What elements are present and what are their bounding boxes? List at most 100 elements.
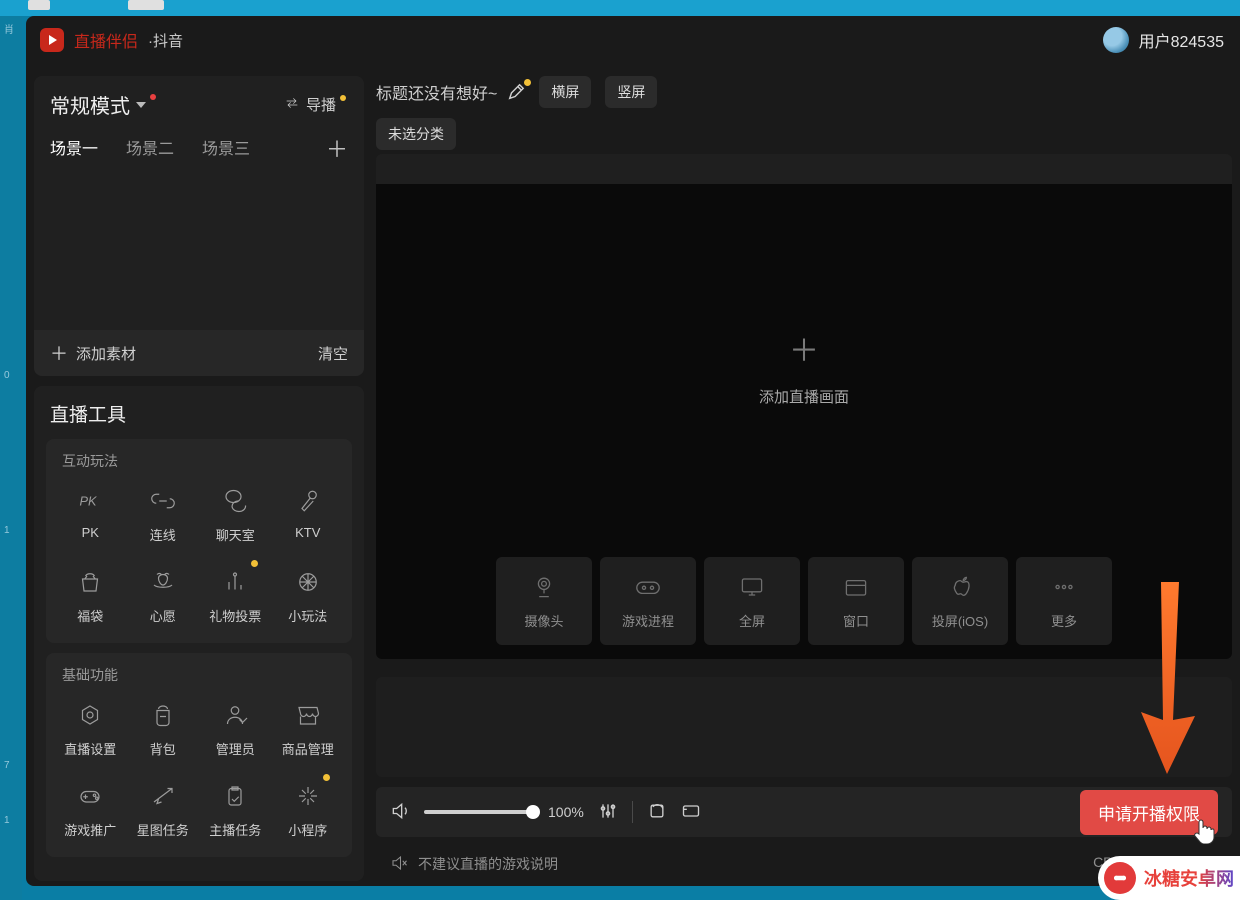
watermark-logo: [1104, 862, 1136, 894]
scene-tab-1[interactable]: 场景一: [50, 135, 98, 165]
tool-label: PK: [82, 525, 99, 540]
tools-title: 直播工具: [46, 400, 352, 427]
tool-label: 连线: [150, 525, 176, 544]
tool-label: 商品管理: [282, 739, 334, 758]
aspect-icon[interactable]: [681, 801, 701, 824]
group-basic: 基础功能 直播设置 背包 管理员 商品管理 游戏推广 星图任务 主播任务 小程序: [46, 653, 352, 857]
spark-icon: [287, 780, 329, 812]
tool-label: 小程序: [288, 820, 327, 839]
window-icon: [840, 573, 872, 601]
volume-icon[interactable]: [390, 801, 410, 824]
tool-xiaochengxu[interactable]: 小程序: [272, 774, 345, 849]
more-icon: [1048, 573, 1080, 601]
source-label: 投屏(iOS): [932, 611, 988, 630]
title-placeholder: 标题还没有想好~: [376, 80, 497, 104]
mic-icon: [287, 485, 329, 517]
add-source-button[interactable]: ＋ 添加素材: [50, 340, 136, 366]
stage-toolbar: [376, 154, 1232, 184]
monitor-icon: [736, 573, 768, 601]
tool-label: 背包: [150, 739, 176, 758]
tool-liaotian[interactable]: 聊天室: [199, 479, 272, 554]
apple-icon: [944, 573, 976, 601]
stage[interactable]: ＋ 添加直播画面 摄像头 游戏进程 全屏 窗口 投屏(iOS) 更多: [376, 184, 1232, 659]
tool-shangpin[interactable]: 商品管理: [272, 693, 345, 768]
guide-button[interactable]: 导播: [284, 94, 348, 115]
plus-icon: ＋: [50, 340, 68, 366]
tool-fudai[interactable]: 福袋: [54, 560, 127, 635]
orientation-h[interactable]: 横屏: [539, 76, 591, 108]
tool-youxituiguang[interactable]: 游戏推广: [54, 774, 127, 849]
clear-button[interactable]: 清空: [318, 343, 348, 364]
tool-pk[interactable]: PK PK: [54, 479, 127, 554]
poll-icon: [214, 566, 256, 598]
tool-label: 星图任务: [137, 820, 189, 839]
orientation-v[interactable]: 竖屏: [605, 76, 657, 108]
star-arrow-icon: [142, 780, 184, 812]
tool-xinyuan[interactable]: 心愿: [127, 560, 200, 635]
mode-dropdown[interactable]: 常规模式: [50, 90, 156, 119]
rotate-icon[interactable]: [647, 801, 667, 824]
speaker-muted-icon[interactable]: [390, 854, 408, 875]
watermark: 冰糖安卓网: [1098, 856, 1240, 900]
group-interactive: 互动玩法 PK PK 连线 聊天室 KTV 福袋 心愿 礼物投票 小玩法: [46, 439, 352, 643]
bag-icon: [69, 566, 111, 598]
scene-tab-2[interactable]: 场景二: [126, 135, 174, 165]
chat-icon: [214, 485, 256, 517]
scene-tab-3[interactable]: 场景三: [202, 135, 250, 165]
tool-ktv[interactable]: KTV: [272, 479, 345, 554]
app-subtitle: ·抖音: [148, 30, 183, 51]
tool-xingturenwu[interactable]: 星图任务: [127, 774, 200, 849]
tool-lianxian[interactable]: 连线: [127, 479, 200, 554]
notification-dot: [323, 774, 330, 781]
source-label: 游戏进程: [622, 611, 674, 630]
source-fullscreen[interactable]: 全屏: [704, 557, 800, 645]
mixer-icon[interactable]: [598, 801, 618, 824]
tool-beibao[interactable]: 背包: [127, 693, 200, 768]
app-logo: [40, 28, 64, 52]
camera-icon: [528, 573, 560, 601]
tools-panel: 直播工具 互动玩法 PK PK 连线 聊天室 KTV 福袋 心愿 礼物投票 小玩法: [34, 386, 364, 881]
source-camera[interactable]: 摄像头: [496, 557, 592, 645]
username[interactable]: 用户824535: [1139, 28, 1224, 52]
tip-text[interactable]: 不建议直播的游戏说明: [418, 854, 558, 874]
scene-body: [50, 165, 348, 330]
cursor-hand-icon: [1193, 818, 1215, 844]
gamepad-icon: [632, 573, 664, 601]
backpack-icon: [142, 699, 184, 731]
group-interactive-title: 互动玩法: [54, 451, 344, 471]
source-label: 摄像头: [524, 611, 563, 630]
source-row: 摄像头 游戏进程 全屏 窗口 投屏(iOS) 更多: [376, 557, 1232, 645]
tool-label: 聊天室: [216, 525, 255, 544]
avatar[interactable]: [1103, 27, 1129, 53]
scene-tabs: 场景一 场景二 场景三 ＋: [50, 135, 348, 165]
tool-xiaowanfa[interactable]: 小玩法: [272, 560, 345, 635]
group-basic-title: 基础功能: [54, 665, 344, 685]
svg-text:PK: PK: [80, 494, 98, 509]
tool-zhiboshezhi[interactable]: 直播设置: [54, 693, 127, 768]
tool-label: 管理员: [216, 739, 255, 758]
source-window[interactable]: 窗口: [808, 557, 904, 645]
category-pill[interactable]: 未选分类: [376, 118, 456, 150]
titlebar: 直播伴侣 ·抖音 用户824535: [26, 16, 1240, 64]
stage-add-label: 添加直播画面: [759, 386, 849, 407]
source-more[interactable]: 更多: [1016, 557, 1112, 645]
title-edit[interactable]: 标题还没有想好~: [376, 80, 525, 104]
source-ios[interactable]: 投屏(iOS): [912, 557, 1008, 645]
mode-title-text: 常规模式: [50, 90, 130, 119]
gear-hex-icon: [69, 699, 111, 731]
link-icon: [142, 485, 184, 517]
volume-slider[interactable]: [424, 810, 534, 814]
tool-guanliyuan[interactable]: 管理员: [199, 693, 272, 768]
add-scene-button[interactable]: ＋: [326, 139, 348, 161]
source-game[interactable]: 游戏进程: [600, 557, 696, 645]
gamepad-icon: [69, 780, 111, 812]
pencil-icon: [507, 83, 525, 101]
add-source-label: 添加素材: [76, 343, 136, 364]
tool-label: 心愿: [150, 606, 176, 625]
tool-label: 小玩法: [288, 606, 327, 625]
tool-label: 直播设置: [64, 739, 116, 758]
stream-header: 标题还没有想好~ 横屏 竖屏 未选分类: [376, 76, 1232, 144]
tool-zhuborenwu[interactable]: 主播任务: [199, 774, 272, 849]
tool-lipiao[interactable]: 礼物投票: [199, 560, 272, 635]
lamp-icon: [142, 566, 184, 598]
